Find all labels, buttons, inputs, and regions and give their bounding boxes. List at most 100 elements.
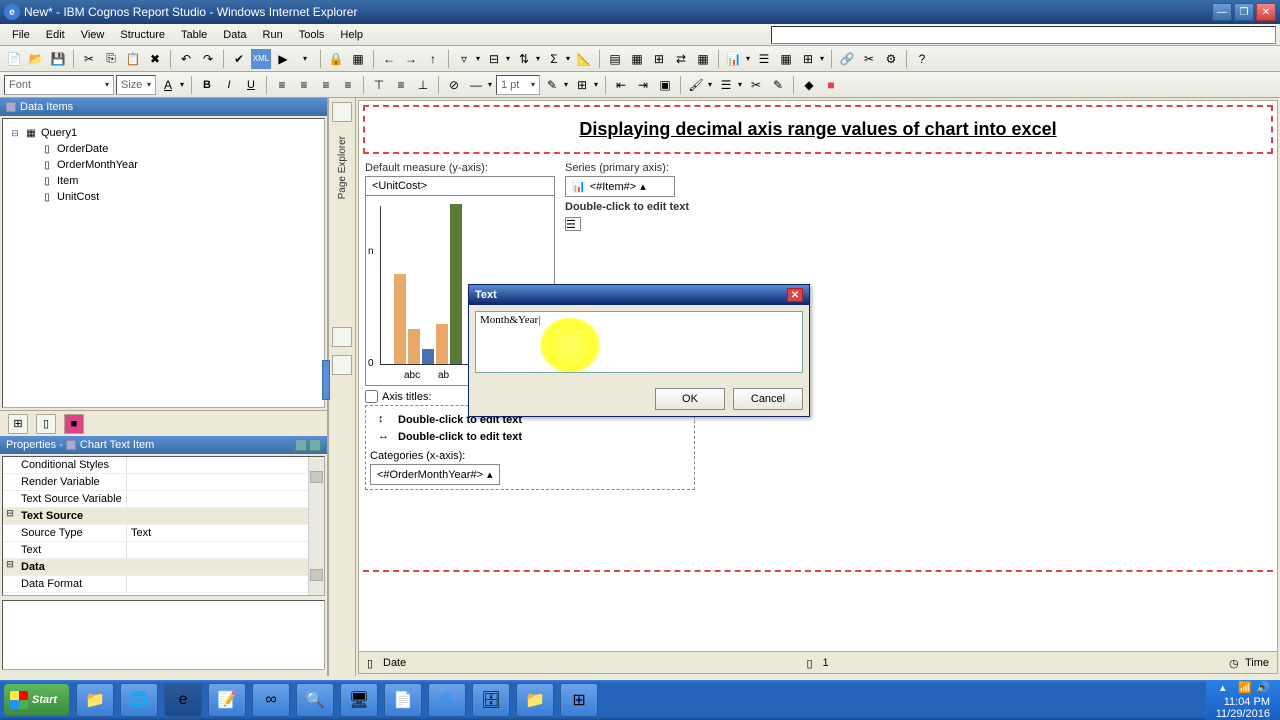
menu-data[interactable]: Data bbox=[215, 27, 254, 43]
valign-bot-icon[interactable]: ⊥ bbox=[413, 75, 433, 95]
lock-icon[interactable]: 🔒 bbox=[326, 49, 346, 69]
redo-icon[interactable]: ↷ bbox=[198, 49, 218, 69]
task-skype[interactable]: S bbox=[428, 683, 466, 717]
headers2-icon[interactable]: ▦ bbox=[693, 49, 713, 69]
crosstab-icon[interactable]: ▦ bbox=[776, 49, 796, 69]
background-arrow-icon[interactable]: ▾ bbox=[706, 75, 714, 95]
no-border-icon[interactable]: ⊘ bbox=[444, 75, 464, 95]
tray-net-icon[interactable]: 📶 bbox=[1238, 681, 1252, 695]
indent-out-icon[interactable]: ⇤ bbox=[611, 75, 631, 95]
source-icon[interactable]: ▯ bbox=[36, 414, 56, 434]
all-borders-arrow-icon[interactable]: ▾ bbox=[592, 75, 600, 95]
help-icon[interactable]: ? bbox=[912, 49, 932, 69]
tree-item[interactable]: ▯Item bbox=[37, 173, 318, 189]
apply-icon[interactable]: ✎ bbox=[768, 75, 788, 95]
style-icon[interactable]: ☰ bbox=[716, 75, 736, 95]
forward-icon[interactable]: → bbox=[401, 49, 421, 69]
menu-table[interactable]: Table bbox=[173, 27, 215, 43]
align-justify-icon[interactable]: ≡ bbox=[338, 75, 358, 95]
open-icon[interactable]: 📂 bbox=[26, 49, 46, 69]
table-icon[interactable]: ⊞ bbox=[798, 49, 818, 69]
property-row[interactable]: Data Format bbox=[3, 576, 324, 593]
delete-icon[interactable]: ✖ bbox=[145, 49, 165, 69]
align-center-icon[interactable]: ≡ bbox=[294, 75, 314, 95]
task-ie[interactable]: e bbox=[164, 683, 202, 717]
bold-icon[interactable]: B bbox=[197, 75, 217, 95]
tray-arrow-icon[interactable]: ▴ bbox=[1220, 681, 1234, 695]
group-icon[interactable]: ▦ bbox=[627, 49, 647, 69]
menu-edit[interactable]: Edit bbox=[38, 27, 73, 43]
axis-title-2[interactable]: ↔ Double-click to edit text bbox=[378, 430, 694, 444]
report-title[interactable]: Displaying decimal axis range values of … bbox=[381, 115, 1255, 144]
ok-button[interactable]: OK bbox=[655, 388, 725, 410]
pickup-icon[interactable]: ✂ bbox=[746, 75, 766, 95]
font-color-arrow-icon[interactable]: ▾ bbox=[178, 75, 186, 95]
scroll-down-icon[interactable] bbox=[310, 569, 323, 581]
y-axis-field[interactable]: <UnitCost> bbox=[365, 176, 555, 196]
tree-item[interactable]: ▯OrderDate bbox=[37, 141, 318, 157]
all-borders-icon[interactable]: ⊞ bbox=[572, 75, 592, 95]
sort-arrow-icon[interactable]: ▾ bbox=[534, 49, 542, 69]
menu-run[interactable]: Run bbox=[255, 27, 291, 43]
table-arrow-icon[interactable]: ▾ bbox=[818, 49, 826, 69]
style-arrow-icon[interactable]: ▾ bbox=[736, 75, 744, 95]
task-search[interactable]: 🔍 bbox=[296, 683, 334, 717]
summarize-icon[interactable]: Σ bbox=[544, 49, 564, 69]
property-row[interactable]: ⊟Data bbox=[3, 559, 324, 576]
filter-icon[interactable]: ▿ bbox=[454, 49, 474, 69]
task-grid[interactable]: ⊞ bbox=[560, 683, 598, 717]
legend-edit-hint[interactable]: Double-click to edit text bbox=[565, 201, 689, 213]
xml-icon[interactable]: XML bbox=[251, 49, 271, 69]
border-style-arrow-icon[interactable]: ▾ bbox=[486, 75, 494, 95]
task-explorer[interactable]: 📁 bbox=[76, 683, 114, 717]
pane-min-icon[interactable] bbox=[295, 439, 307, 451]
axis-titles-checkbox[interactable] bbox=[365, 390, 378, 403]
drill-icon[interactable]: 🔗 bbox=[837, 49, 857, 69]
run-icon[interactable]: ▶ bbox=[273, 49, 293, 69]
dialog-titlebar[interactable]: Text ✕ bbox=[469, 285, 809, 305]
properties-grid[interactable]: Conditional StylesRender VariableText So… bbox=[2, 456, 325, 596]
close-button[interactable]: ✕ bbox=[1256, 3, 1276, 21]
menu-help[interactable]: Help bbox=[332, 27, 371, 43]
sort-icon[interactable]: ⇅ bbox=[514, 49, 534, 69]
border-width-combo[interactable]: 1 pt▾ bbox=[496, 75, 540, 95]
query-explorer-icon[interactable] bbox=[332, 327, 352, 347]
save-icon[interactable]: 💾 bbox=[48, 49, 68, 69]
insertable-icon[interactable]: ⊞ bbox=[8, 414, 28, 434]
menu-structure[interactable]: Structure bbox=[112, 27, 173, 43]
conditional-icon[interactable]: ◆ bbox=[799, 75, 819, 95]
align-right-icon[interactable]: ≡ bbox=[316, 75, 336, 95]
border-color-icon[interactable]: ✎ bbox=[542, 75, 562, 95]
valign-mid-icon[interactable]: ≡ bbox=[391, 75, 411, 95]
task-file[interactable]: 📄 bbox=[384, 683, 422, 717]
menu-tools[interactable]: Tools bbox=[291, 27, 333, 43]
border-color-arrow-icon[interactable]: ▾ bbox=[562, 75, 570, 95]
chart-arrow-icon[interactable]: ▾ bbox=[744, 49, 752, 69]
dialog-close-button[interactable]: ✕ bbox=[787, 288, 803, 302]
indent-in-icon[interactable]: ⇥ bbox=[633, 75, 653, 95]
underline-icon[interactable]: U bbox=[241, 75, 261, 95]
tree-root[interactable]: ⊟ ▦ Query1 bbox=[9, 125, 318, 141]
address-bar[interactable] bbox=[771, 26, 1276, 44]
align-left-icon[interactable]: ≡ bbox=[272, 75, 292, 95]
cut-icon[interactable]: ✂ bbox=[79, 49, 99, 69]
paste-icon[interactable]: 📋 bbox=[123, 49, 143, 69]
font-size-combo[interactable]: Size▾ bbox=[116, 75, 156, 95]
panel-collapse-handle[interactable] bbox=[322, 360, 330, 400]
properties-scrollbar[interactable] bbox=[308, 457, 324, 595]
run-arrow-icon[interactable]: ▾ bbox=[295, 49, 315, 69]
background-icon[interactable]: 🖌 bbox=[686, 75, 706, 95]
back-icon[interactable]: ← bbox=[379, 49, 399, 69]
scroll-up-icon[interactable] bbox=[310, 471, 323, 483]
property-row[interactable]: Text bbox=[3, 542, 324, 559]
new-icon[interactable]: 📄 bbox=[4, 49, 24, 69]
undo-icon[interactable]: ↶ bbox=[176, 49, 196, 69]
maximize-button[interactable]: ❐ bbox=[1234, 3, 1254, 21]
categories-field[interactable]: <#OrderMonthYear#> ▴ bbox=[370, 464, 500, 485]
task-chrome[interactable]: 🌐 bbox=[120, 683, 158, 717]
suppress-icon[interactable]: ⊟ bbox=[484, 49, 504, 69]
up-icon[interactable]: ↑ bbox=[423, 49, 443, 69]
task-db[interactable]: 🗄 bbox=[472, 683, 510, 717]
series-field[interactable]: 📊 <#Item#> ▴ bbox=[565, 176, 675, 197]
spec-icon[interactable]: ■ bbox=[821, 75, 841, 95]
